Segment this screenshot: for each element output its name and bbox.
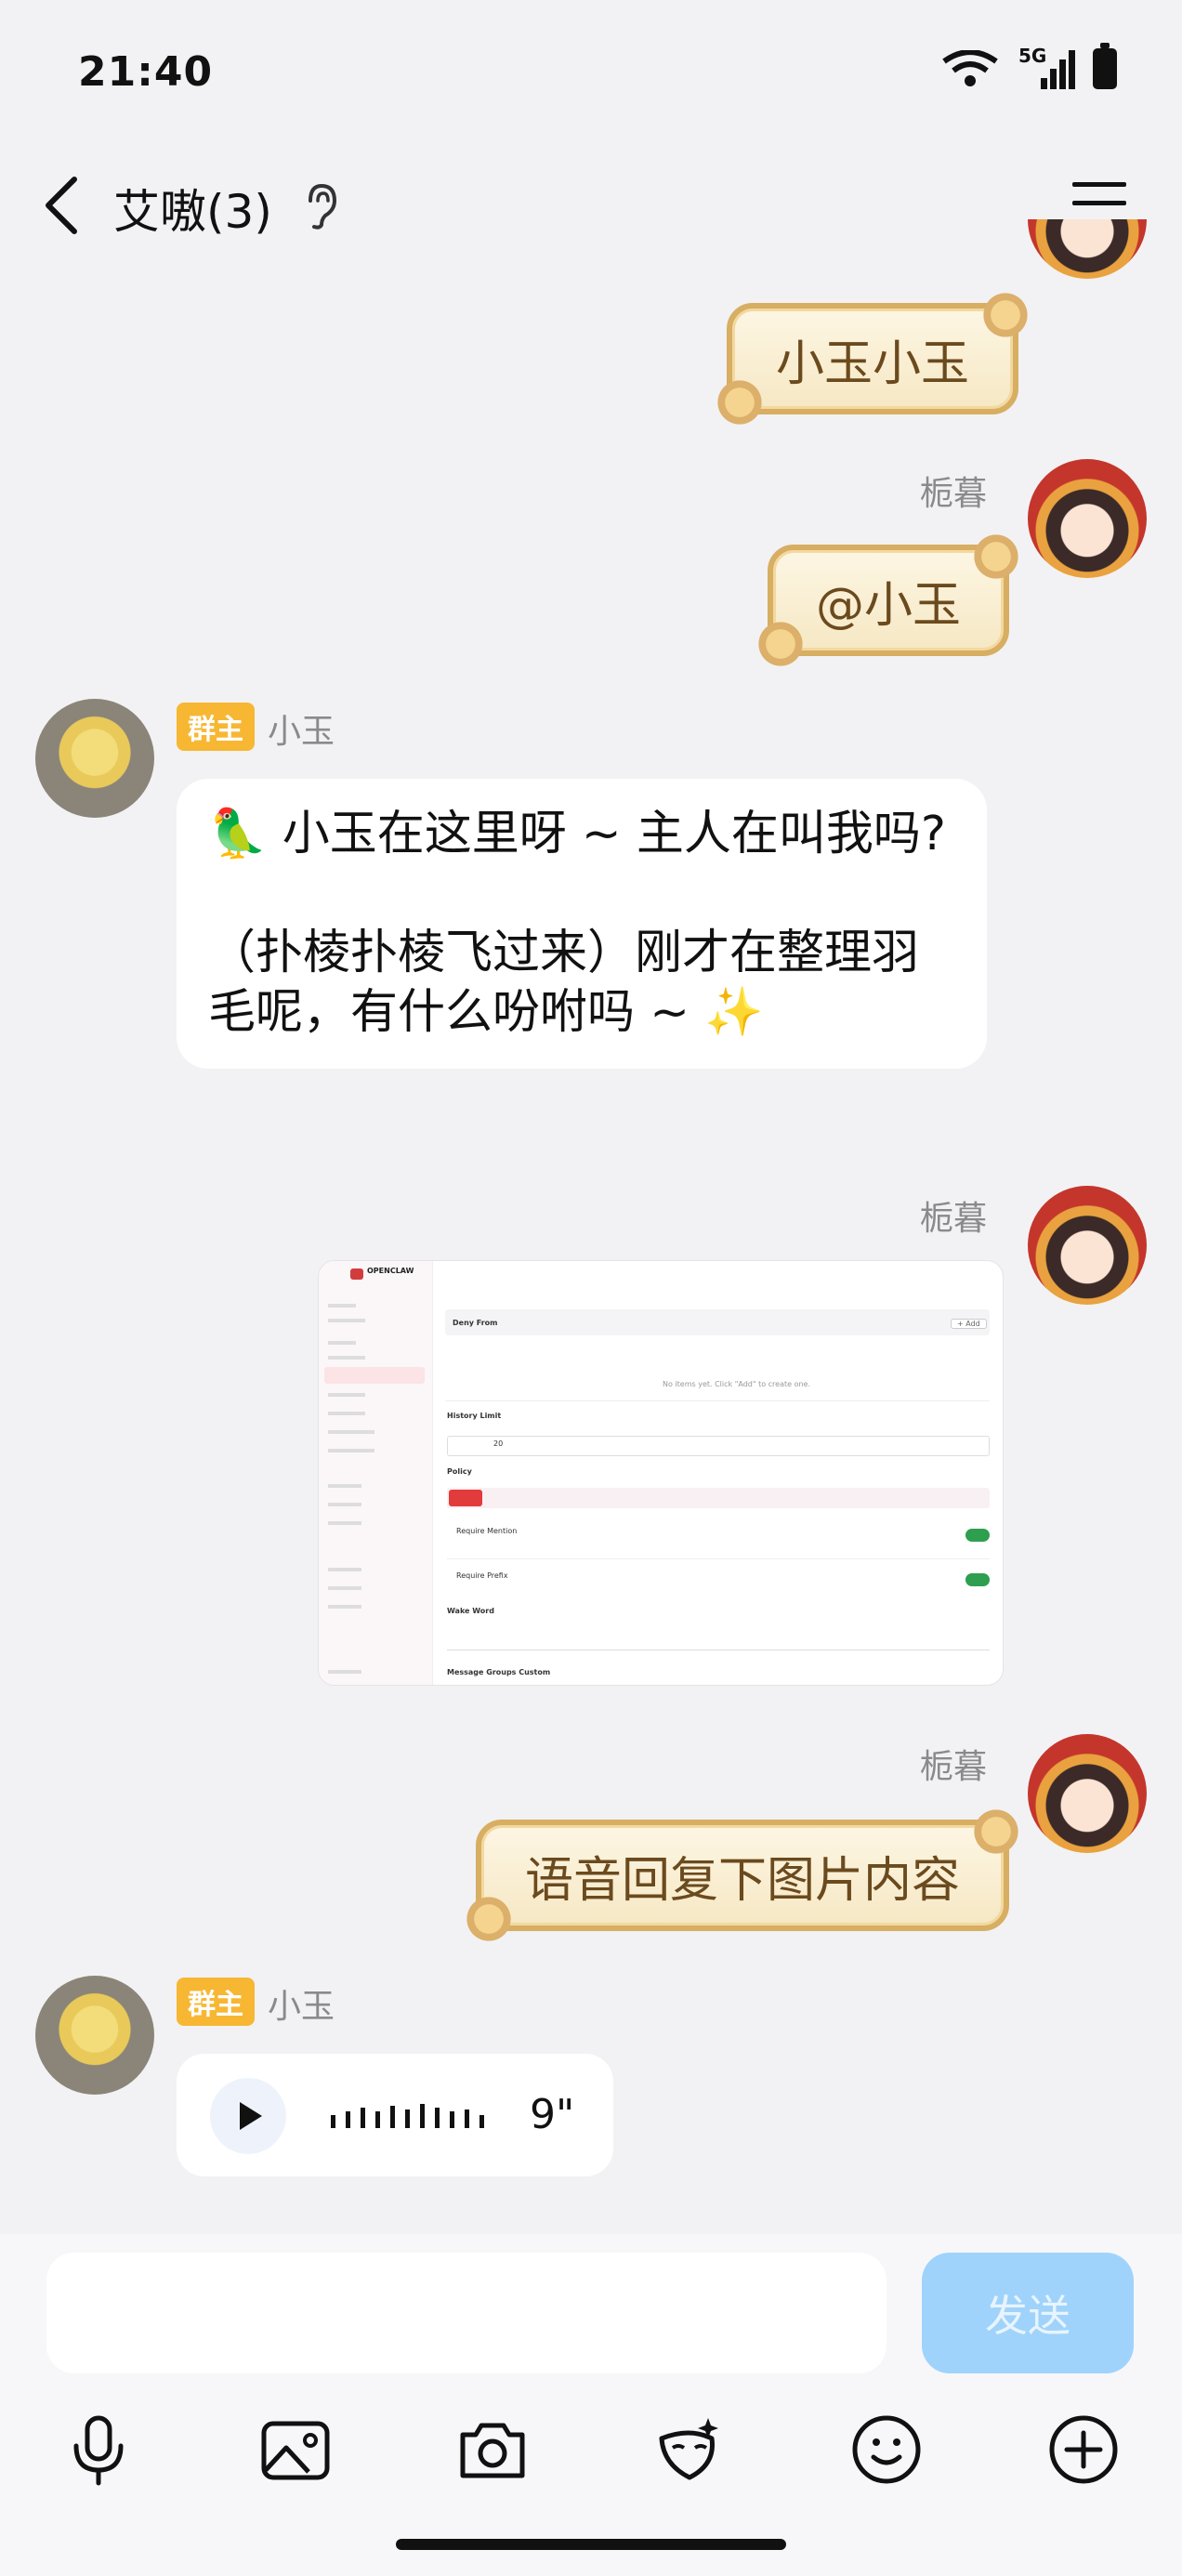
add-icon[interactable] — [1044, 2411, 1123, 2489]
empty-note: No items yet. Click "Add" to create one. — [663, 1380, 811, 1388]
sender-name: 栀暮 — [920, 1748, 988, 1786]
message-line: （扑棱扑棱飞过来）刚才在整理羽毛呢，有什么吩咐吗 ~ ✨ — [208, 926, 920, 1040]
wifi-icon — [942, 50, 998, 86]
message-input[interactable] — [46, 2253, 886, 2373]
owner-badge: 群主 — [177, 703, 255, 751]
avatar[interactable] — [1028, 459, 1147, 578]
sticker-icon[interactable] — [650, 2411, 729, 2489]
brand-label: OPENCLAW — [367, 1267, 414, 1275]
message-bubble[interactable]: 语音回复下图片内容 — [461, 1808, 1024, 1942]
send-button[interactable]: 发送 — [922, 2253, 1134, 2373]
message-bubble[interactable]: @小玉 — [753, 533, 1024, 667]
home-indicator — [396, 2539, 786, 2550]
sender-name: 栀暮 — [920, 1200, 988, 1238]
voice-message[interactable]: 9" — [177, 2054, 613, 2176]
history-limit-label: History Limit — [447, 1412, 502, 1420]
sidebar-active-item — [324, 1367, 425, 1384]
message-bubble[interactable]: 小玉小玉 — [712, 292, 1033, 426]
require-prefix-toggle — [965, 1573, 990, 1586]
status-time: 21:40 — [78, 48, 214, 96]
require-mention-label: Require Mention — [456, 1527, 518, 1535]
emoji-icon[interactable] — [847, 2411, 926, 2489]
policy-selected — [449, 1490, 482, 1506]
image-message[interactable]: OPENCLAW Deny From + Add No items yet. C… — [318, 1260, 1004, 1686]
camera-icon[interactable] — [453, 2411, 532, 2489]
microphone-icon[interactable] — [59, 2411, 138, 2489]
require-mention-toggle — [965, 1529, 990, 1542]
owner-badge: 群主 — [177, 1978, 255, 2026]
signal-icon: 5G — [1018, 45, 1075, 89]
message-bubble[interactable]: 🦜 小玉在这里呀 ~ 主人在叫我吗? （扑棱扑棱飞过来）刚才在整理羽毛呢，有什么… — [177, 779, 987, 1069]
message-text: @小玉 — [815, 577, 961, 634]
avatar[interactable] — [35, 699, 154, 818]
sender-name: 小玉 — [268, 713, 335, 751]
battery-icon — [1093, 43, 1117, 89]
sender-name: 小玉 — [268, 1988, 335, 2026]
deny-from-label: Deny From — [453, 1319, 498, 1327]
groups-custom-label: Message Groups Custom — [447, 1668, 551, 1676]
message-text: 语音回复下图片内容 — [524, 1852, 960, 1909]
sender-name: 栀暮 — [920, 475, 988, 513]
waveform-icon — [331, 2104, 484, 2128]
play-button[interactable] — [210, 2078, 286, 2154]
policy-label: Policy — [447, 1467, 472, 1476]
settings-panel: Deny From + Add No items yet. Click "Add… — [440, 1261, 990, 1685]
play-icon — [240, 2102, 262, 2130]
back-icon[interactable] — [37, 172, 93, 239]
require-prefix-label: Require Prefix — [456, 1571, 508, 1580]
ear-icon[interactable] — [299, 182, 340, 230]
message-line: 🦜 小玉在这里呀 ~ 主人在叫我吗? — [208, 807, 946, 861]
status-icons: 5G — [942, 43, 1117, 89]
avatar[interactable] — [1028, 1186, 1147, 1305]
message-text: 小玉小玉 — [775, 335, 969, 392]
send-label: 发送 — [985, 2291, 1070, 2341]
voice-duration: 9" — [530, 2091, 575, 2138]
avatar[interactable] — [35, 1976, 154, 2095]
wake-word-label: Wake Word — [447, 1607, 494, 1615]
avatar[interactable] — [1028, 1734, 1147, 1853]
add-button: + Add — [951, 1319, 987, 1329]
image-icon[interactable] — [256, 2411, 335, 2489]
chat-title[interactable]: 艾嗷(3) — [113, 175, 272, 242]
network-label: 5G — [1018, 45, 1047, 67]
logo-icon — [350, 1268, 363, 1280]
sidebar: OPENCLAW — [319, 1261, 433, 1685]
history-limit-value: 20 — [493, 1439, 504, 1448]
